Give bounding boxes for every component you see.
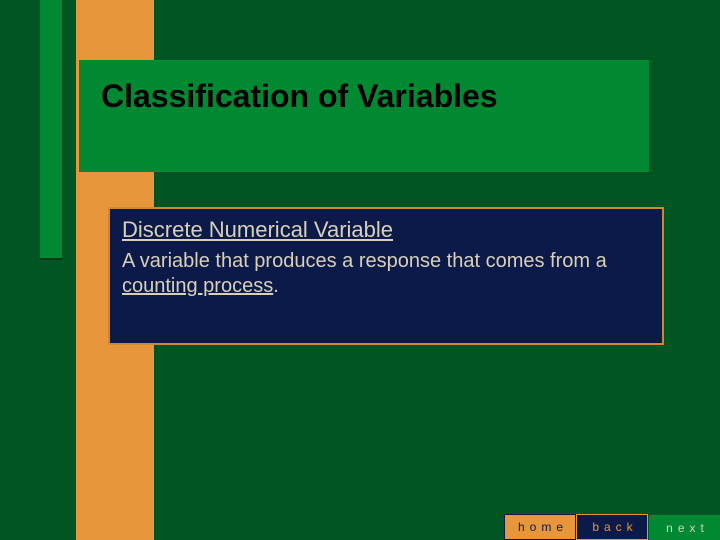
body-text-pre: A variable that produces a response that… (122, 250, 607, 272)
body-text-post: . (273, 275, 279, 297)
body-text-underlined: counting process (122, 275, 273, 297)
back-button[interactable]: back (576, 514, 648, 540)
content-box: Discrete Numerical Variable A variable t… (108, 207, 664, 345)
content-body: A variable that produces a response that… (122, 249, 650, 299)
home-button[interactable]: home (504, 514, 576, 540)
green-vertical-bar (40, 0, 62, 260)
slide-title: Classification of Variables (101, 78, 627, 115)
title-box: Classification of Variables (79, 60, 649, 172)
nav-bar: home back next (504, 514, 720, 540)
next-button[interactable]: next (648, 514, 720, 540)
content-subtitle: Discrete Numerical Variable (122, 217, 650, 243)
